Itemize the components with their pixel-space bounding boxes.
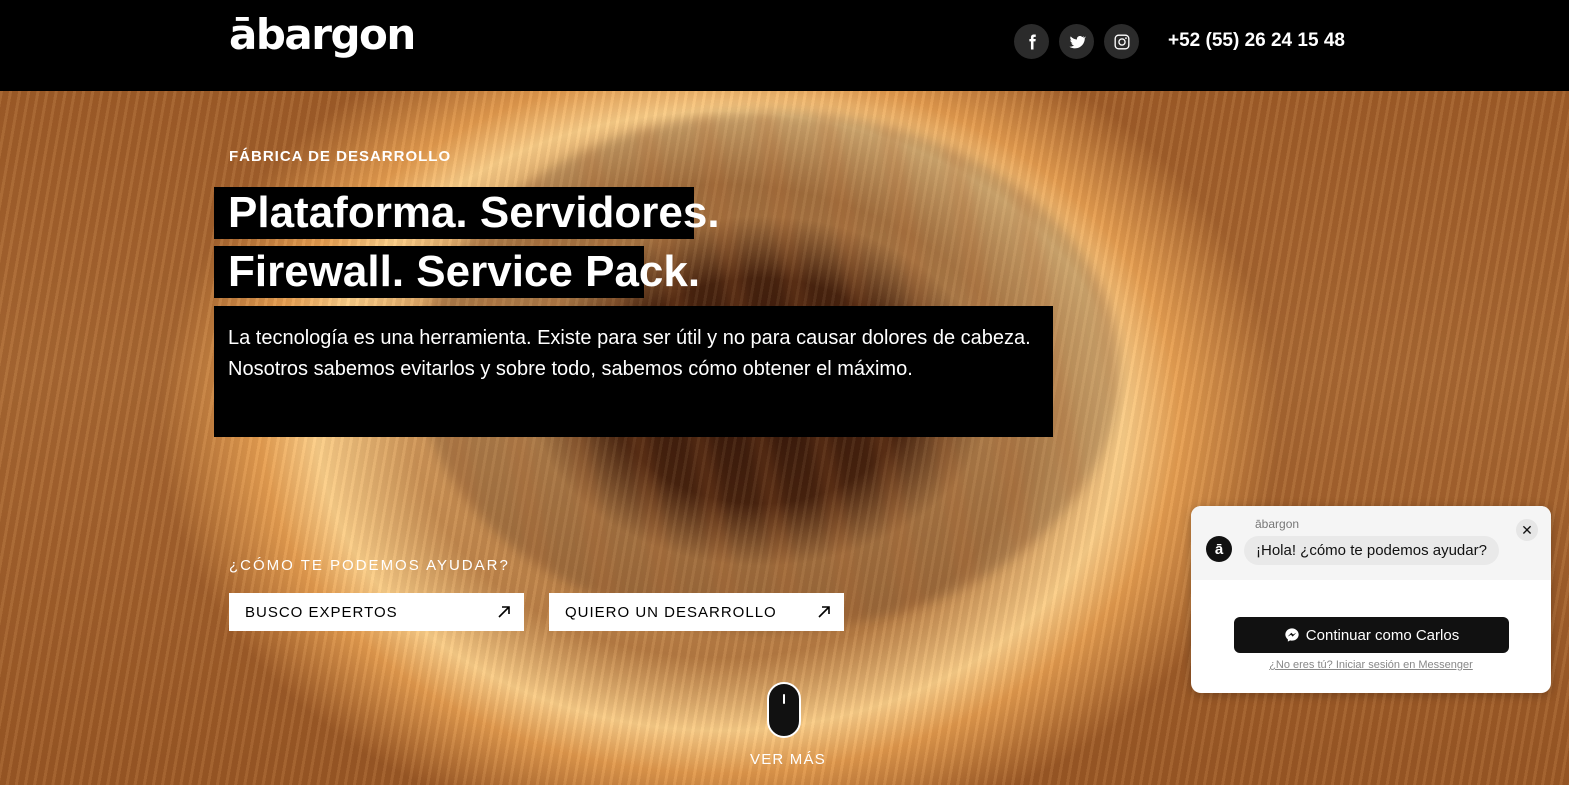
- social-links: [1014, 24, 1139, 59]
- chat-avatar: ā: [1206, 536, 1232, 562]
- logo[interactable]: ābargon: [229, 14, 416, 56]
- messenger-icon: [1285, 628, 1299, 642]
- help-prompt: ¿CÓMO TE PODEMOS AYUDAR?: [229, 557, 510, 574]
- twitter-icon[interactable]: [1059, 24, 1094, 59]
- quiero-desarrollo-button[interactable]: QUIERO UN DESARROLLO: [549, 593, 844, 631]
- phone-number[interactable]: +52 (55) 26 24 15 48: [1168, 30, 1345, 52]
- scroll-mouse-icon[interactable]: [767, 682, 801, 738]
- hero-kicker: FÁBRICA DE DESARROLLO: [229, 148, 452, 165]
- continue-as-label: Continuar como Carlos: [1305, 626, 1460, 644]
- arrow-up-right-icon: [498, 606, 510, 618]
- headline-line-2: Firewall. Service Pack.: [214, 246, 700, 298]
- ver-mas-label[interactable]: VER MÁS: [750, 751, 826, 768]
- hero-description: La tecnología es una herramienta. Existe…: [214, 306, 1053, 437]
- chat-message: ¡Hola! ¿cómo te podemos ayudar?: [1244, 536, 1499, 565]
- description-line-1: La tecnología es una herramienta. Existe…: [228, 327, 1031, 349]
- close-icon[interactable]: ✕: [1516, 519, 1538, 541]
- busco-expertos-label: BUSCO EXPERTOS: [245, 603, 398, 621]
- chat-header: ābargon ā ¡Hola! ¿cómo te podemos ayudar…: [1191, 506, 1551, 580]
- facebook-icon[interactable]: [1014, 24, 1049, 59]
- arrow-up-right-icon: [818, 606, 830, 618]
- chat-page-name: ābargon: [1255, 517, 1300, 531]
- messenger-login-link[interactable]: ¿No eres tú? Iniciar sesión en Messenger: [1191, 659, 1551, 671]
- instagram-icon[interactable]: [1104, 24, 1139, 59]
- site-header: ābargon +52 (55) 26 24 15 48: [0, 0, 1569, 91]
- messenger-chat-popup: ābargon ā ¡Hola! ¿cómo te podemos ayudar…: [1191, 506, 1551, 693]
- continue-as-button[interactable]: Continuar como Carlos: [1234, 617, 1509, 653]
- description-line-2: Nosotros sabemos evitarlos y sobre todo,…: [228, 358, 913, 380]
- busco-expertos-button[interactable]: BUSCO EXPERTOS: [229, 593, 524, 631]
- quiero-desarrollo-label: QUIERO UN DESARROLLO: [565, 603, 777, 621]
- headline-line-1: Plataforma. Servidores.: [214, 187, 720, 239]
